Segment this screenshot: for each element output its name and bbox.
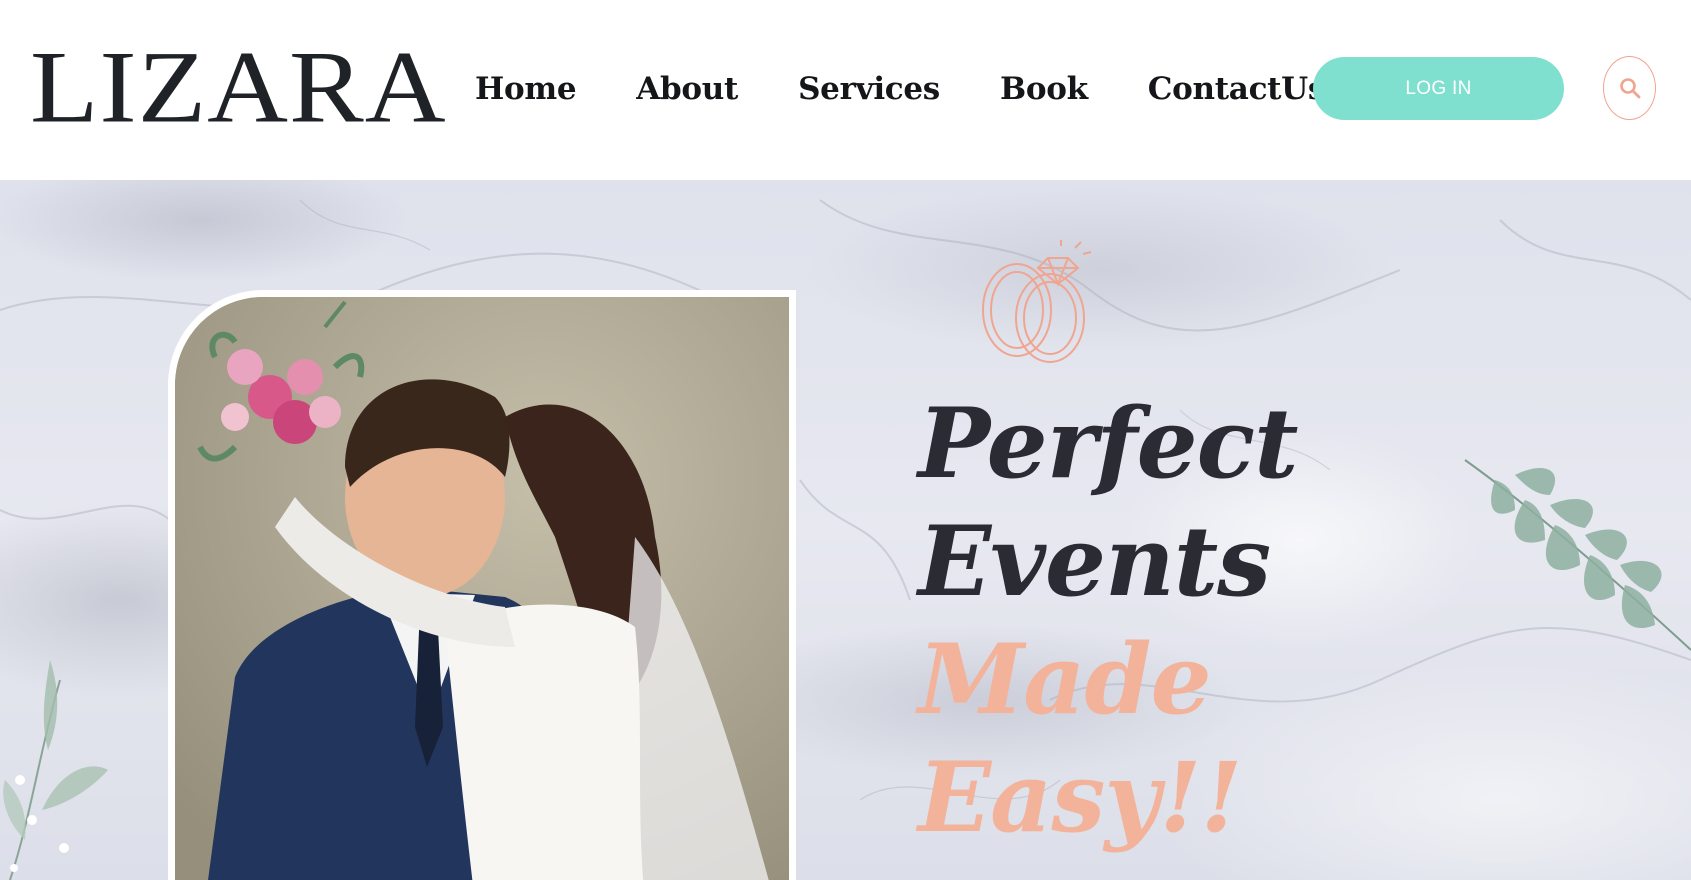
couple-illustration xyxy=(175,297,789,880)
search-icon xyxy=(1619,78,1640,99)
couple-photo xyxy=(175,297,789,880)
search-button[interactable] xyxy=(1603,56,1656,120)
hero-section: Perfect Events Made Easy!! xyxy=(0,180,1691,880)
nav-home[interactable]: Home xyxy=(475,71,577,107)
headline-line-2: Events xyxy=(918,505,1271,618)
nav-contact-us[interactable]: ContactUs xyxy=(1148,71,1326,107)
palm-leaf-icon xyxy=(1464,459,1691,651)
nav-book[interactable]: Book xyxy=(1000,71,1088,107)
headline-line-1: Perfect xyxy=(918,387,1298,500)
hero-headline: Perfect Events Made Easy!! xyxy=(918,385,1298,857)
headline-line-3: Made xyxy=(918,623,1212,736)
site-logo[interactable]: LIZARA xyxy=(30,36,447,139)
leaf-branch-icon xyxy=(3,660,108,880)
main-nav: Home About Services Book ContactUs xyxy=(475,66,1385,112)
nav-about[interactable]: About xyxy=(636,71,738,107)
couple-photo-frame xyxy=(168,290,796,880)
headline-line-4: Easy!! xyxy=(918,741,1242,854)
wedding-rings-icon xyxy=(982,240,1092,363)
login-button[interactable]: LOG IN xyxy=(1313,57,1564,120)
nav-services[interactable]: Services xyxy=(798,71,940,107)
site-header: LIZARA Home About Services Book ContactU… xyxy=(0,0,1691,180)
